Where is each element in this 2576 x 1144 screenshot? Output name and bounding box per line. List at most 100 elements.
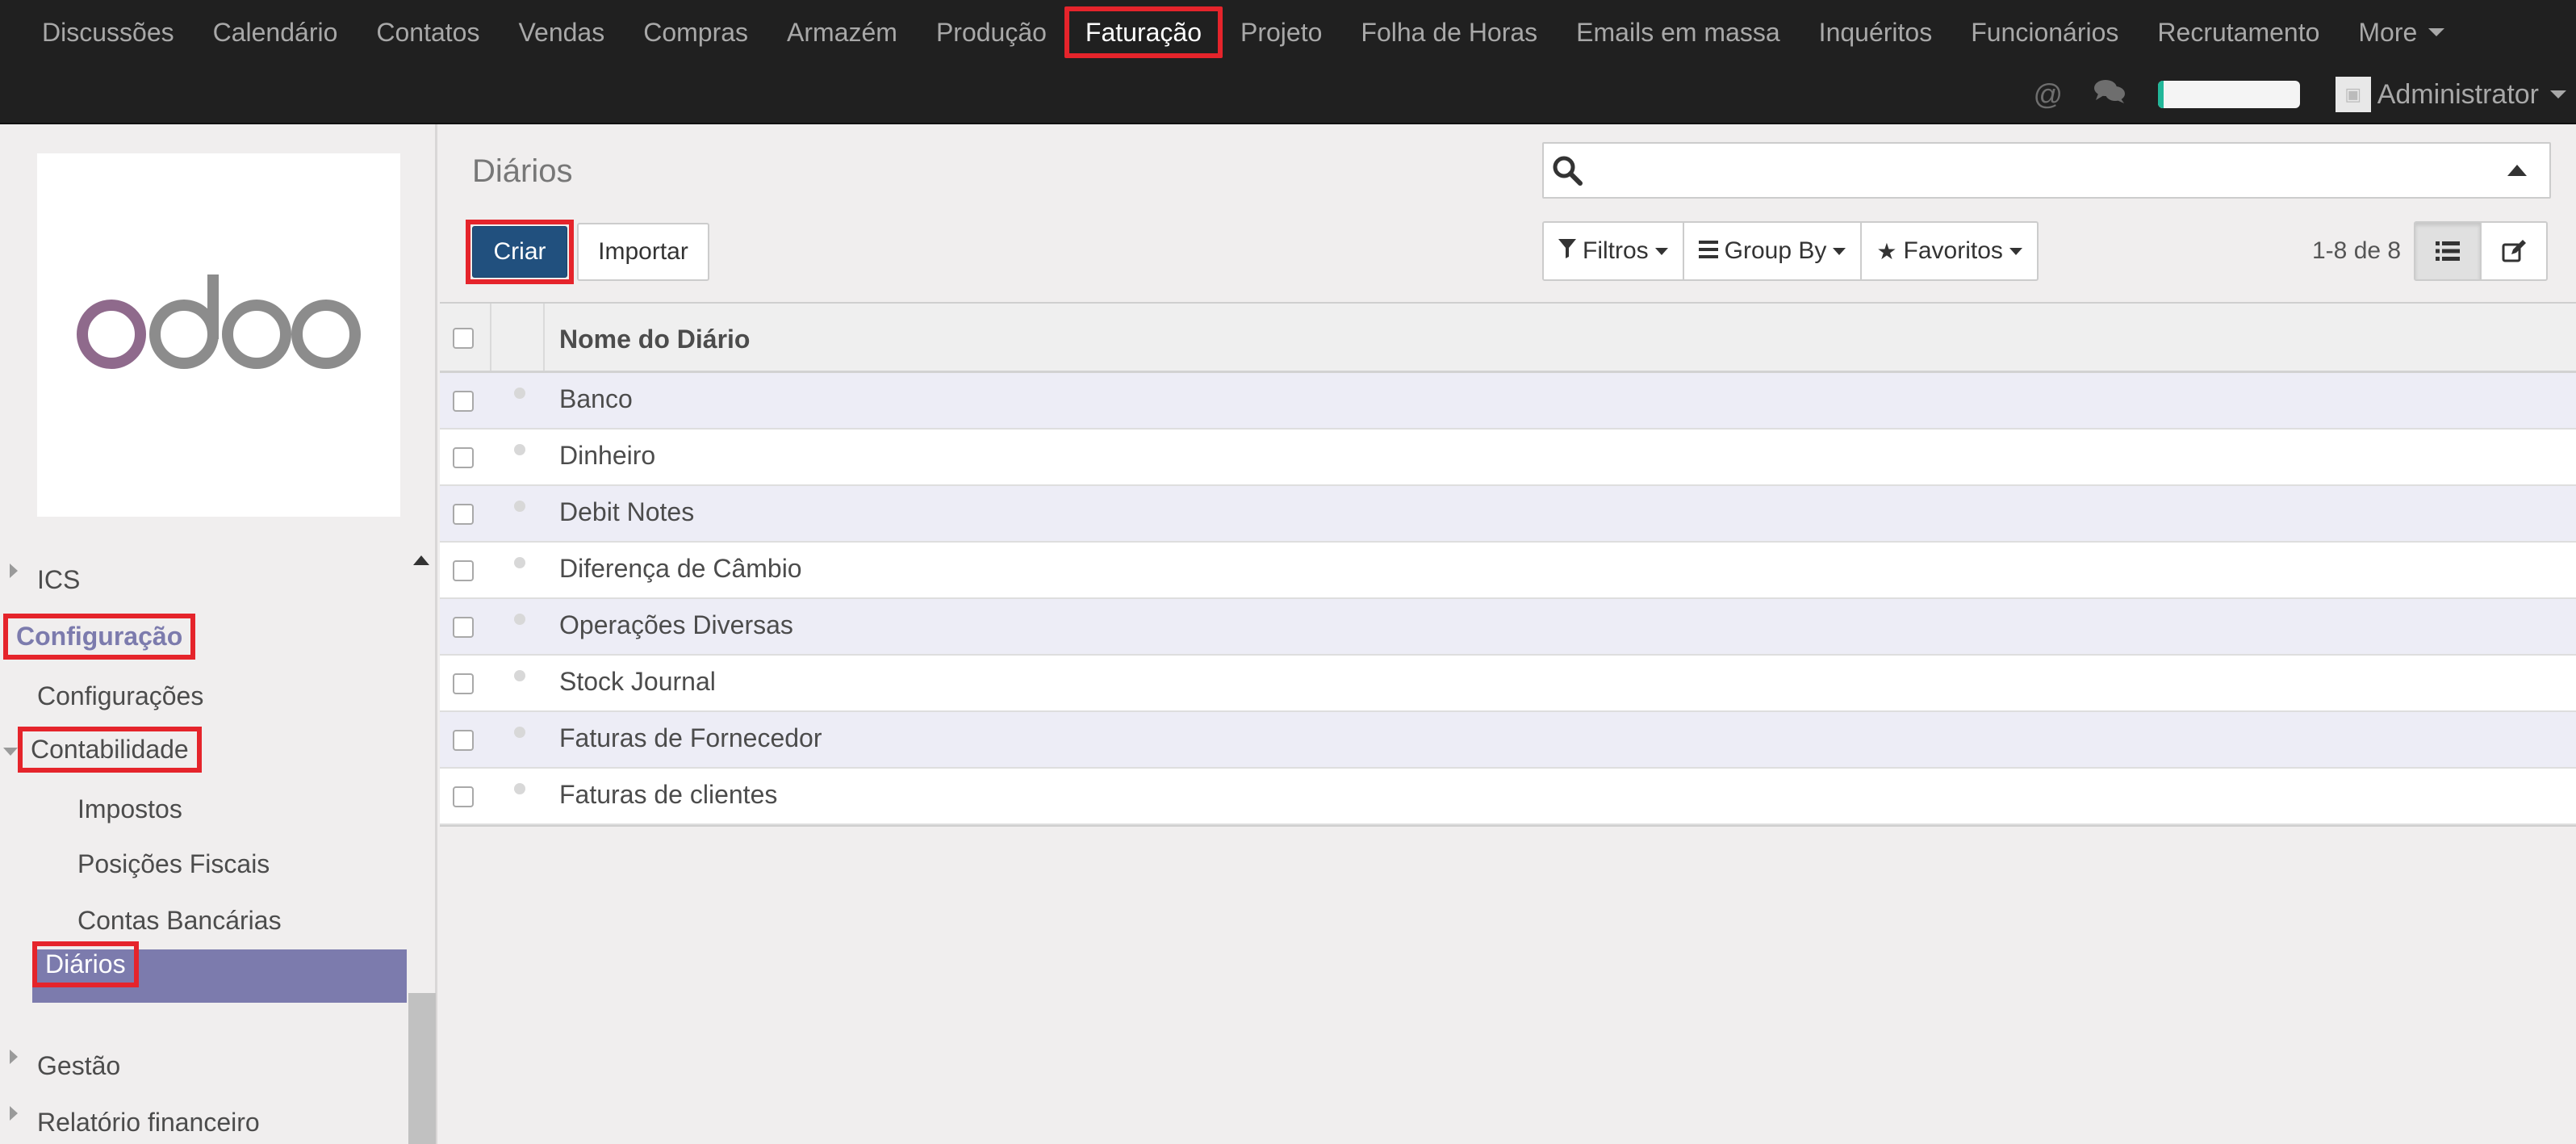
nav-item-compras[interactable]: Compras [622, 6, 769, 58]
progress-bar[interactable] [2157, 81, 2300, 108]
nav-item-emails-em-massa[interactable]: Emails em massa [1555, 6, 1801, 58]
row-checkbox[interactable] [453, 504, 474, 525]
search-bar[interactable] [1542, 142, 2551, 199]
progress-fill [2157, 81, 2164, 108]
nav-item-funcionarios[interactable]: Funcionários [1950, 6, 2139, 58]
table-row[interactable]: Banco [440, 373, 2576, 430]
row-checkbox[interactable] [453, 786, 474, 807]
drag-handle-icon[interactable] [514, 614, 525, 625]
drag-handle-icon[interactable] [514, 388, 525, 399]
group-by-button[interactable]: Group By [1682, 221, 1863, 281]
odoo-logo-icon [77, 274, 361, 369]
nav-item-folha-de-horas[interactable]: Folha de Horas [1340, 6, 1558, 58]
sidebar-scrollbar[interactable] [408, 993, 436, 1144]
more-label: More [2358, 17, 2418, 47]
import-button[interactable]: Importar [577, 223, 709, 281]
drag-handle-icon[interactable] [514, 670, 525, 681]
menu-section-configuracao[interactable]: Configuração [3, 614, 196, 660]
caret-down-icon [2550, 90, 2566, 98]
journal-name-cell: Debit Notes [559, 497, 695, 526]
avatar: ▣ [2335, 77, 2371, 112]
table-row[interactable]: Dinheiro [440, 430, 2576, 486]
drag-handle-icon[interactable] [514, 501, 525, 512]
form-view-button[interactable] [2480, 221, 2548, 281]
edit-icon [2502, 240, 2526, 262]
nav-item-armazem[interactable]: Armazém [766, 6, 918, 58]
row-checkbox[interactable] [453, 730, 474, 751]
star-icon: ★ [1876, 238, 1897, 264]
row-checkbox[interactable] [453, 617, 474, 638]
sidebar: ICS Configuração Configurações Contabili… [0, 124, 437, 1144]
list-view-icon [2436, 241, 2460, 261]
list-bars-icon [1698, 238, 1718, 264]
nav-item-producao[interactable]: Produção [915, 6, 1068, 58]
list-view-button[interactable] [2414, 221, 2482, 281]
table-row[interactable]: Faturas de clientes [440, 769, 2576, 825]
at-icon[interactable]: @ [2018, 78, 2079, 111]
journal-name-cell: Banco [559, 384, 633, 413]
expand-icon[interactable] [10, 564, 18, 578]
user-menu[interactable]: ▣ Administrator [2335, 77, 2566, 112]
select-all-checkbox[interactable] [453, 328, 474, 349]
main-content: Diários Criar Importar Filtros Group By [440, 124, 2576, 1144]
journal-name-cell: Diferença de Câmbio [559, 554, 802, 583]
system-tray: @ ▣ Administrator [2018, 66, 2566, 123]
row-checkbox[interactable] [453, 391, 474, 412]
pager-value[interactable]: 1-8 de 8 [2312, 237, 2401, 265]
journal-name-cell: Dinheiro [559, 441, 656, 470]
create-button[interactable]: Criar [472, 226, 567, 278]
nav-item-faturacao[interactable]: Faturação [1064, 6, 1223, 58]
caret-down-icon [2428, 28, 2445, 36]
collapse-icon[interactable] [3, 748, 18, 756]
nav-item-recrutamento[interactable]: Recrutamento [2136, 6, 2340, 58]
nav-item-vendas[interactable]: Vendas [497, 6, 625, 58]
table-row[interactable]: Diferença de Câmbio [440, 543, 2576, 599]
journal-name-cell: Faturas de Fornecedor [559, 723, 822, 752]
table-row[interactable]: Operações Diversas [440, 599, 2576, 656]
table-row[interactable]: Debit Notes [440, 486, 2576, 543]
drag-handle-icon[interactable] [514, 557, 525, 568]
menu-configuracoes[interactable]: Configurações [24, 673, 216, 719]
scroll-up-icon[interactable] [413, 555, 429, 565]
menu-posicoes-fiscais[interactable]: Posições Fiscais [65, 841, 282, 887]
table-row[interactable]: Stock Journal [440, 656, 2576, 712]
row-checkbox[interactable] [453, 673, 474, 694]
search-input[interactable] [1600, 150, 2488, 191]
drag-handle-icon[interactable] [514, 444, 525, 455]
table-header: Nome do Diário [440, 304, 2576, 373]
row-checkbox[interactable] [453, 560, 474, 581]
search-options-toggle-icon[interactable] [2507, 165, 2527, 176]
table-row[interactable]: Faturas de Fornecedor [440, 712, 2576, 769]
caret-down-icon [1654, 247, 1668, 255]
menu-gestao[interactable]: Gestão [24, 1043, 133, 1089]
favorites-button[interactable]: ★ Favoritos [1860, 221, 2039, 281]
menu-impostos[interactable]: Impostos [65, 786, 195, 832]
nav-item-calendario[interactable]: Calendário [192, 6, 359, 58]
menu-contabilidade[interactable]: Contabilidade [18, 727, 202, 773]
nav-item-discussoes[interactable]: Discussões [21, 6, 195, 58]
favorites-label: Favoritos [1903, 237, 2003, 264]
nav-item-projeto[interactable]: Projeto [1219, 6, 1343, 58]
nav-item-inqueritos[interactable]: Inquéritos [1798, 6, 1954, 58]
caret-down-icon [2009, 247, 2022, 255]
table-footer [440, 825, 2576, 841]
drag-handle-icon[interactable] [514, 727, 525, 738]
expand-icon[interactable] [10, 1106, 18, 1121]
column-header-nome-do-diario[interactable]: Nome do Diário [559, 325, 750, 354]
menu-contas-bancarias[interactable]: Contas Bancárias [65, 898, 295, 944]
table-body: Banco Dinheiro Debit Notes Diferença de Câm… [440, 373, 2576, 825]
menu-ics[interactable]: ICS [24, 557, 93, 603]
column-divider [543, 304, 545, 371]
expand-icon[interactable] [10, 1050, 18, 1064]
company-logo[interactable] [37, 153, 400, 517]
top-navbar: Discussões Calendário Contatos Vendas Co… [0, 0, 2576, 124]
menu-diarios[interactable]: Diários [32, 941, 139, 987]
chat-bubbles-icon[interactable] [2079, 78, 2140, 112]
row-checkbox[interactable] [453, 447, 474, 468]
filters-button[interactable]: Filtros [1542, 221, 1684, 281]
column-divider [490, 304, 491, 371]
nav-item-contatos[interactable]: Contatos [355, 6, 500, 58]
nav-item-more[interactable]: More [2337, 6, 2465, 58]
drag-handle-icon[interactable] [514, 783, 525, 794]
menu-relatorio-financeiro[interactable]: Relatório financeiro [24, 1100, 273, 1144]
